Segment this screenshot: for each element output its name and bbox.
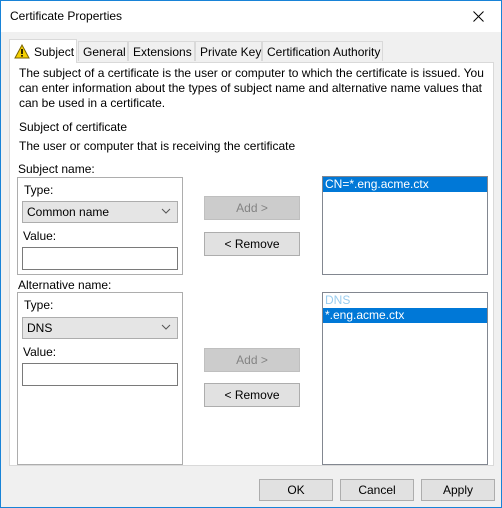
tab-general[interactable]: General [78,41,128,61]
certificate-properties-dialog: Certificate Properties Subject General E… [0,0,502,508]
chevron-down-icon [161,208,171,214]
subject-type-select[interactable]: Common name [22,201,178,223]
chevron-down-icon [161,324,171,330]
ok-button[interactable]: OK [259,479,333,501]
subject-tab-panel: The subject of a certificate is the user… [9,62,494,466]
alternative-type-value: DNS [27,321,53,335]
tab-label: Private Key [200,45,262,59]
alternative-name-label: Alternative name: [18,278,112,292]
alternative-type-select[interactable]: DNS [22,317,178,339]
subject-type-label: Type: [24,183,54,197]
tab-extensions[interactable]: Extensions [128,41,195,61]
alternative-value-label: Value: [23,345,57,359]
list-item[interactable]: CN=*.eng.acme.ctx [323,177,487,192]
window-title: Certificate Properties [10,9,123,23]
tab-certification-authority[interactable]: Certification Authority [262,41,383,61]
alternative-value-input[interactable] [22,363,178,386]
section-title: Subject of certificate [19,120,128,134]
tab-subject[interactable]: Subject [9,39,77,63]
warning-icon [14,44,30,59]
subject-remove-button[interactable]: < Remove [204,232,300,256]
description-text: The subject of a certificate is the user… [19,66,484,110]
cancel-button[interactable]: Cancel [340,479,414,501]
title-bar: Certificate Properties [1,1,501,32]
subject-type-value: Common name [27,205,110,219]
tab-label: Subject [34,45,75,59]
alternative-type-label: Type: [24,298,54,312]
alternative-add-button[interactable]: Add > [204,348,300,372]
tab-label: Extensions [133,45,192,59]
subject-name-group: Type: Common name Value: [17,177,183,275]
subject-name-list[interactable]: CN=*.eng.acme.ctx [322,176,488,275]
alternative-remove-button[interactable]: < Remove [204,383,300,407]
section-subtitle: The user or computer that is receiving t… [19,139,296,153]
apply-button[interactable]: Apply [421,479,495,501]
alternative-name-group: Type: DNS Value: [17,292,183,465]
subject-value-label: Value: [23,229,57,243]
tab-label: Certification Authority [267,45,381,59]
tab-private-key[interactable]: Private Key [195,41,262,61]
close-icon [472,10,484,22]
list-item[interactable]: *.eng.acme.ctx [323,308,487,323]
close-button[interactable] [455,1,501,31]
alternative-name-list[interactable]: DNS *.eng.acme.ctx [322,292,488,465]
subject-value-input[interactable] [22,247,178,270]
list-group-header: DNS [325,293,351,307]
subject-name-label: Subject name: [18,162,95,176]
tab-label: General [83,45,126,59]
subject-add-button[interactable]: Add > [204,196,300,220]
